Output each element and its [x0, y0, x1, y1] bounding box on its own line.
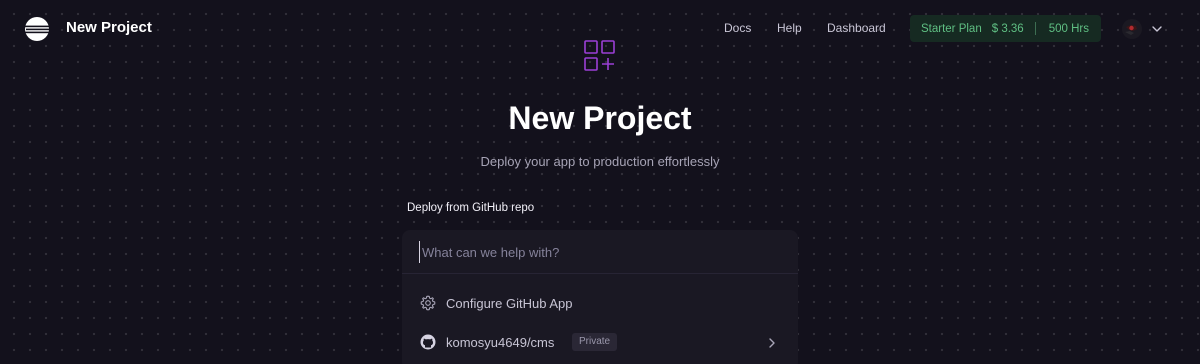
chevron-right-icon	[766, 336, 778, 348]
plan-credit: $ 3.36	[991, 22, 1024, 35]
gear-icon	[420, 295, 436, 311]
plan-divider	[1034, 22, 1036, 35]
grid-plus-icon	[584, 40, 616, 72]
user-avatar[interactable]	[1122, 19, 1142, 39]
app-title: New Project	[66, 19, 152, 36]
nav-help-link[interactable]: Help	[777, 21, 802, 35]
nav-docs-link[interactable]: Docs	[724, 21, 751, 35]
repo-list-item[interactable]: komosyu4649/cms Private	[402, 324, 798, 360]
search-row	[402, 230, 798, 274]
page-subtitle: Deploy your app to production effortless…	[480, 154, 720, 169]
deploy-section-label: Deploy from GitHub repo	[407, 202, 535, 214]
app-logo-icon[interactable]	[24, 16, 50, 42]
page-title: New Project	[508, 100, 692, 136]
private-badge: Private	[572, 333, 618, 351]
github-icon	[420, 334, 436, 350]
configure-github-app-label: Configure GitHub App	[446, 296, 573, 311]
account-menu-chevron-down-icon[interactable]	[1151, 22, 1163, 34]
nav-dashboard-link[interactable]: Dashboard	[827, 21, 886, 35]
plan-hours: 500 Hrs	[1048, 22, 1089, 35]
plan-name: Starter Plan	[921, 22, 982, 35]
configure-github-app-item[interactable]: Configure GitHub App	[402, 285, 798, 321]
search-input[interactable]	[419, 241, 779, 263]
plan-usage-badge[interactable]: Starter Plan $ 3.36 500 Hrs	[910, 15, 1101, 42]
repo-name: komosyu4649/cms	[446, 335, 555, 350]
deploy-command-panel: Configure GitHub App komosyu4649/cms Pri…	[402, 230, 798, 364]
